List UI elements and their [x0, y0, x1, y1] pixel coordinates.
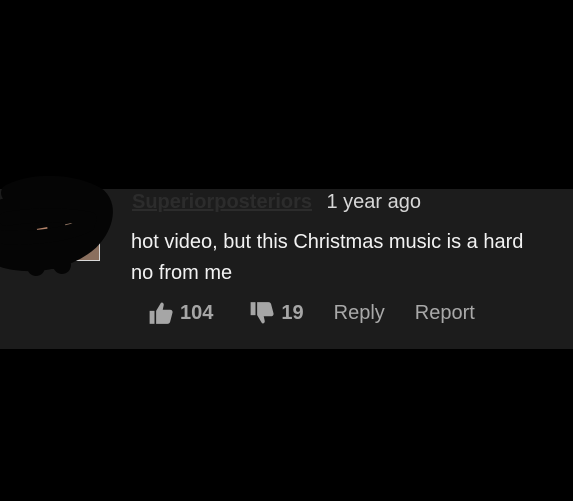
dislike-button[interactable]: 19 [249, 300, 304, 326]
comment-card: Superiorposteriors 1 year ago hot video,… [0, 175, 573, 349]
comment-text: hot video, but this Christmas music is a… [131, 231, 524, 284]
dislike-count: 19 [281, 301, 304, 324]
thumbs-down-icon [251, 302, 274, 324]
timestamp: 1 year ago [326, 191, 422, 213]
comment-actions: 104 19 Reply Report [148, 299, 475, 327]
report-button[interactable]: Report [415, 302, 475, 325]
redaction-scribble [0, 175, 113, 276]
comment-meta: Superiorposteriors 1 year ago [132, 189, 421, 215]
username-link[interactable]: Superiorposteriors [132, 191, 312, 213]
reply-button[interactable]: Reply [334, 302, 385, 325]
like-button[interactable]: 104 [148, 300, 213, 326]
like-count: 104 [180, 301, 214, 324]
thumbs-up-icon [149, 302, 173, 324]
page: Superiorposteriors 1 year ago hot video,… [0, 0, 573, 501]
